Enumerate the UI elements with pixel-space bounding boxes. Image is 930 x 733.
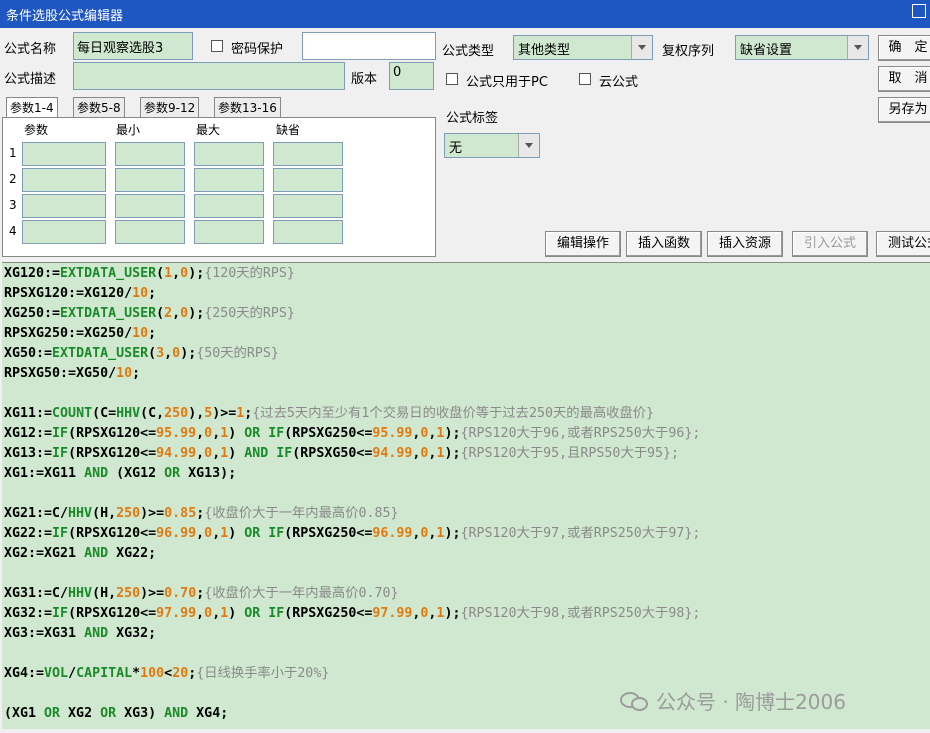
code-line: XG50:=EXTDATA_USER(3,0);{50天的RPS} [4, 346, 279, 361]
code-line: XG120:=EXTDATA_USER(1,0);{120天的RPS} [4, 266, 295, 281]
version-label: 版本 [351, 72, 378, 87]
param-row-number: 3 [9, 198, 17, 212]
chevron-down-icon[interactable] [631, 36, 652, 59]
param-max-cell[interactable] [194, 194, 264, 218]
param-min-cell[interactable] [115, 220, 185, 244]
param-name-cell[interactable] [22, 168, 106, 192]
param-row-number: 2 [9, 172, 17, 186]
param-header-max: 最大 [196, 123, 221, 137]
param-header-min: 最小 [116, 123, 141, 137]
code-line: XG13:=IF(RPSXG120<=94.99,0,1) AND IF(RPS… [4, 446, 680, 461]
code-line: XG22:=IF(RPSXG120<=96.99,0,1) OR IF(RPSX… [4, 526, 701, 541]
param-min-cell[interactable] [115, 194, 185, 218]
test-formula-button[interactable]: 测试公式 [876, 231, 930, 257]
param-max-cell[interactable] [194, 168, 264, 192]
watermark-text: 公众号 · 陶博士2006 [656, 690, 846, 714]
password-checkbox[interactable] [211, 40, 223, 52]
param-default-cell[interactable] [273, 220, 343, 244]
formula-name-field[interactable]: 每日观察选股3 [73, 32, 193, 60]
pc-only-label: 公式只用于PC [466, 75, 548, 90]
watermark: 公众号 · 陶博士2006 [620, 686, 846, 715]
formula-tag-select[interactable]: 无 [444, 133, 540, 158]
cloud-formula-checkbox[interactable] [579, 73, 591, 85]
wechat-icon [620, 690, 650, 712]
code-editor[interactable]: XG120:=EXTDATA_USER(1,0);{120天的RPS} RPSX… [2, 262, 930, 729]
window-title: 条件选股公式编辑器 [6, 9, 124, 24]
param-name-cell[interactable] [22, 220, 106, 244]
version-field[interactable]: 0 [389, 62, 434, 90]
code-line: XG31:=C/HHV(H,250)>=0.70;{收盘价大于一年内最高价0.7… [4, 586, 399, 601]
param-max-cell[interactable] [194, 220, 264, 244]
param-name-cell[interactable] [22, 142, 106, 166]
formula-type-value: 其他类型 [518, 43, 571, 58]
param-min-cell[interactable] [115, 142, 185, 166]
password-field[interactable] [302, 32, 436, 60]
param-header-name: 参数 [24, 123, 49, 137]
restore-sequence-label: 复权序列 [662, 44, 715, 59]
ok-button[interactable]: 确 定 [878, 35, 930, 61]
code-line: XG32:=IF(RPSXG120<=97.99,0,1) OR IF(RPSX… [4, 606, 701, 621]
code-line: RPSXG50:=XG50/10; [4, 366, 141, 381]
import-formula-button[interactable]: 引入公式 [792, 231, 868, 257]
param-min-cell[interactable] [115, 168, 185, 192]
tab-params-13-16[interactable]: 参数13-16 [214, 97, 281, 118]
code-line: XG12:=IF(RPSXG120<=95.99,0,1) OR IF(RPSX… [4, 426, 701, 441]
code-line: XG1:=XG11 AND (XG12 OR XG13); [4, 466, 237, 481]
code-line: XG21:=C/HHV(H,250)>=0.85;{收盘价大于一年内最高价0.8… [4, 506, 399, 521]
insert-function-button[interactable]: 插入函数 [626, 231, 702, 257]
param-row-number: 1 [9, 146, 17, 160]
param-name-cell[interactable] [22, 194, 106, 218]
code-line: (XG1 OR XG2 OR XG3) AND XG4; [4, 706, 229, 721]
password-label: 密码保护 [231, 42, 284, 57]
formula-desc-label: 公式描述 [4, 72, 57, 87]
param-header-default: 缺省 [276, 123, 301, 137]
param-default-cell[interactable] [273, 142, 343, 166]
formula-type-label: 公式类型 [442, 44, 495, 59]
insert-resource-button[interactable]: 插入资源 [707, 231, 783, 257]
chevron-down-icon[interactable] [518, 134, 539, 157]
param-default-cell[interactable] [273, 168, 343, 192]
param-max-cell[interactable] [194, 142, 264, 166]
code-line: XG2:=XG21 AND XG22; [4, 546, 157, 561]
formula-name-label: 公式名称 [4, 42, 57, 57]
tab-params-1-4[interactable]: 参数1-4 [6, 97, 58, 119]
chevron-down-icon[interactable] [847, 36, 868, 59]
formula-type-select[interactable]: 其他类型 [513, 35, 653, 60]
cloud-formula-label: 云公式 [599, 75, 639, 90]
maximize-icon[interactable] [912, 4, 926, 18]
formula-tag-value: 无 [449, 141, 463, 156]
pc-only-checkbox[interactable] [446, 73, 458, 85]
code-line: RPSXG250:=XG250/10; [4, 326, 157, 341]
restore-sequence-select[interactable]: 缺省设置 [735, 35, 869, 60]
restore-sequence-value: 缺省设置 [740, 43, 793, 58]
formula-desc-field[interactable] [73, 62, 345, 90]
edit-operation-button[interactable]: 编辑操作 [545, 231, 621, 257]
tab-params-5-8[interactable]: 参数5-8 [73, 97, 125, 118]
param-default-cell[interactable] [273, 194, 343, 218]
formula-tag-label: 公式标签 [446, 111, 499, 126]
code-line: RPSXG120:=XG120/10; [4, 286, 157, 301]
tab-params-9-12[interactable]: 参数9-12 [140, 97, 200, 118]
code-line: XG4:=VOL/CAPITAL*100<20;{日线换手率小于20%} [4, 666, 330, 681]
param-row-number: 4 [9, 224, 17, 238]
code-line: XG11:=COUNT(C=HHV(C,250),5)>=1;{过去5天内至少有… [4, 406, 655, 421]
save-as-button[interactable]: 另存为 [878, 97, 930, 123]
code-line: XG3:=XG31 AND XG32; [4, 626, 157, 641]
title-bar: 条件选股公式编辑器 [0, 0, 930, 28]
code-line: XG250:=EXTDATA_USER(2,0);{250天的RPS} [4, 306, 295, 321]
cancel-button[interactable]: 取 消 [878, 66, 930, 92]
